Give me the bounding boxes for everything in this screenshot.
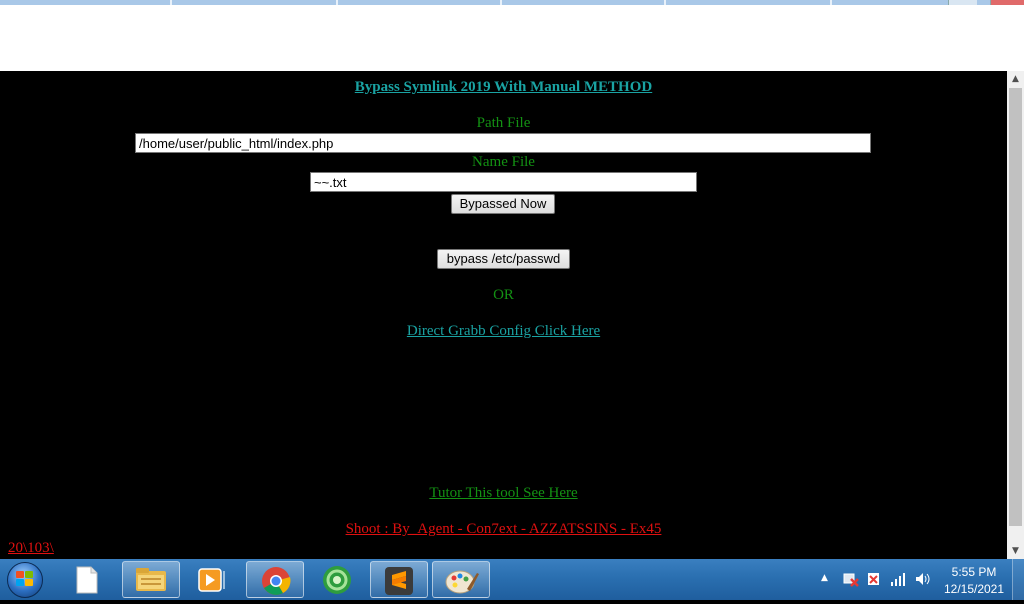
name-file-input[interactable] [310, 172, 697, 192]
vertical-scrollbar[interactable]: ▲ ▼ [1007, 71, 1024, 559]
tutor-link-text[interactable]: Tutor This tool See Here [429, 485, 577, 501]
blank-document-icon [76, 566, 98, 594]
credits-link: Shoot : By_Agent - Con7ext - AZZATSSINS … [0, 521, 1007, 538]
bypassed-now-button[interactable]: Bypassed Now [451, 194, 555, 214]
direct-grab-config-link-text[interactable]: Direct Grabb Config Click Here [407, 323, 600, 339]
path-file-label: Path File [476, 115, 531, 131]
path-file-input[interactable] [135, 133, 871, 153]
direct-grab-config-link: Direct Grabb Config Click Here [0, 323, 1007, 340]
chrome-icon [262, 567, 291, 595]
show-hidden-icons-icon[interactable]: ▲ [821, 573, 828, 583]
windows-taskbar: ▲ 5:55 PM 12/15/2021 [0, 559, 1024, 600]
browser-toolbar-area [0, 5, 1024, 71]
show-desktop-button[interactable] [1012, 559, 1024, 600]
clock-date[interactable]: 12/15/2021 [940, 582, 1008, 596]
taskbar-item-globe[interactable] [308, 561, 366, 598]
clock-time[interactable]: 5:55 PM [944, 565, 1004, 579]
paint-icon [445, 570, 479, 594]
credits-link-text[interactable]: Shoot : By_Agent - Con7ext - AZZATSSINS … [346, 521, 662, 537]
signal-strength-icon[interactable] [890, 571, 906, 587]
taskbar-item-file-explorer[interactable] [122, 561, 180, 598]
sublime-text-icon [385, 567, 413, 595]
scroll-down-arrow-icon[interactable]: ▼ [1007, 543, 1024, 559]
green-globe-icon [323, 566, 351, 594]
file-explorer-icon [136, 568, 166, 591]
page-title-link[interactable]: Bypass Symlink 2019 With Manual METHOD [0, 79, 1007, 96]
tutor-link: Tutor This tool See Here [0, 485, 1007, 502]
browser-left-edge [0, 34, 7, 71]
browser-chrome [0, 0, 1024, 71]
media-player-icon [198, 568, 225, 592]
network-error-icon[interactable] [843, 571, 859, 587]
volume-icon[interactable] [914, 571, 930, 587]
or-text: OR [493, 287, 514, 303]
taskbar-item-chrome[interactable] [246, 561, 304, 598]
scrollbar-thumb[interactable] [1009, 88, 1022, 526]
taskbar-item-paint[interactable] [432, 561, 490, 598]
taskbar-item-media-player[interactable] [184, 561, 242, 598]
start-button[interactable] [4, 560, 46, 599]
directory-path-link[interactable]: 20\103\ [8, 540, 54, 557]
windows-start-icon [16, 571, 34, 587]
name-file-label: Name File [472, 154, 535, 170]
taskbar-item-sublime-text[interactable] [370, 561, 428, 598]
web-page: Bypass Symlink 2019 With Manual METHOD P… [0, 71, 1007, 559]
taskbar-item-document[interactable] [58, 561, 116, 598]
security-alert-icon[interactable] [866, 571, 882, 587]
scroll-up-arrow-icon[interactable]: ▲ [1007, 71, 1024, 87]
bypass-passwd-button[interactable]: bypass /etc/passwd [437, 249, 570, 269]
